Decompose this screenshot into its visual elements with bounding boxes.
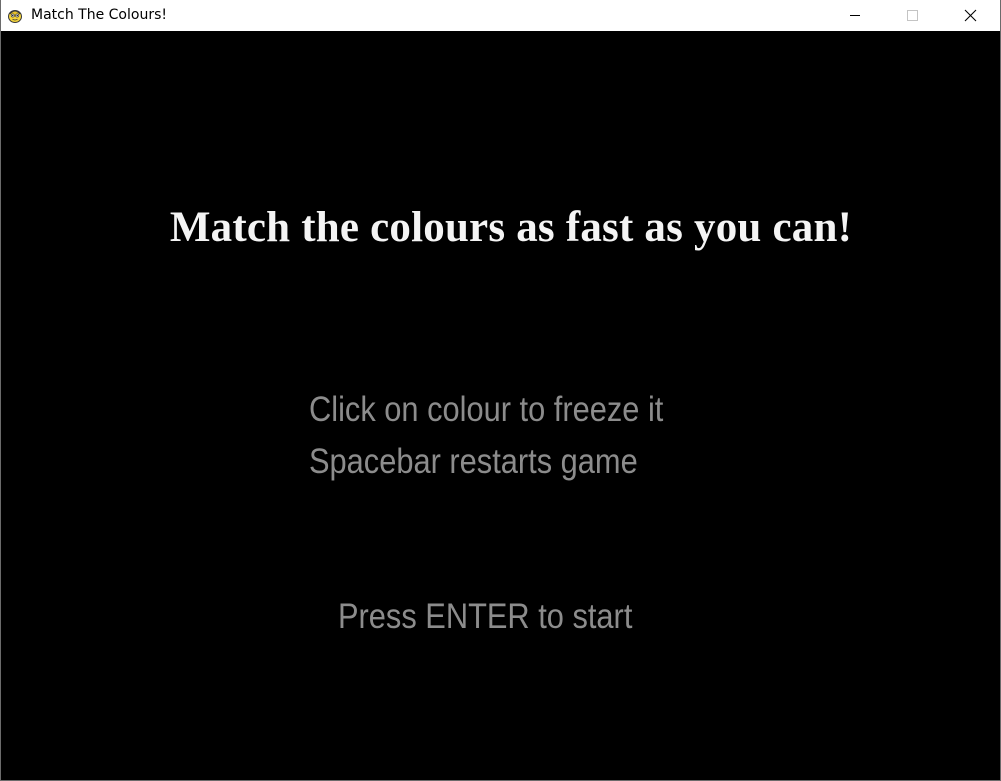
app-window: Match The Colours! Match the colours as … <box>0 0 1001 781</box>
instruction-restart: Spacebar restarts game <box>309 442 638 481</box>
start-prompt: Press ENTER to start <box>338 597 633 636</box>
headline: Match the colours as fast as you can! <box>169 204 853 251</box>
game-canvas[interactable]: Match the colours as fast as you can! Cl… <box>1 31 1000 780</box>
instruction-freeze: Click on colour to freeze it <box>309 390 664 429</box>
close-button[interactable] <box>942 0 1000 31</box>
python-snake-icon <box>6 6 24 24</box>
title-bar[interactable]: Match The Colours! <box>1 0 1000 31</box>
minimize-button[interactable] <box>826 0 884 31</box>
maximize-icon <box>907 10 918 21</box>
window-title: Match The Colours! <box>31 7 167 23</box>
maximize-button[interactable] <box>884 0 942 31</box>
close-icon <box>964 9 977 22</box>
